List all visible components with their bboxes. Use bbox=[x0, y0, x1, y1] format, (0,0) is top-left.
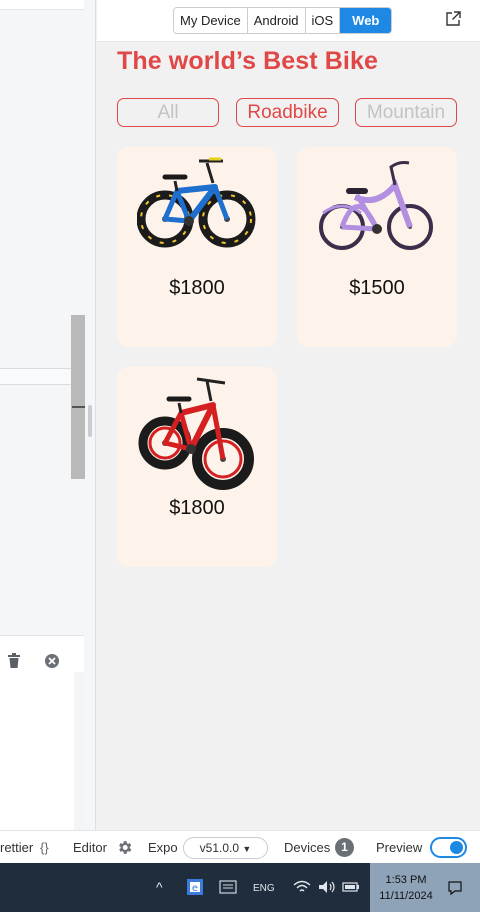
close-circle-icon[interactable] bbox=[44, 653, 60, 669]
preview-toolbar: My Device Android iOS Web bbox=[97, 0, 480, 42]
sdk-version-value: v51.0.0 bbox=[199, 841, 240, 855]
preview-toggle[interactable] bbox=[430, 837, 467, 858]
console-scroll-strip bbox=[74, 672, 84, 831]
red-bike-image bbox=[138, 377, 254, 490]
chevron-up-icon[interactable]: ^ bbox=[156, 879, 163, 895]
notification-icon[interactable] bbox=[447, 880, 463, 896]
blue-bike-image bbox=[137, 157, 256, 248]
os-taskbar: ^ e ENG 1:53 PM 11/11/2024 bbox=[0, 863, 480, 912]
editor-label[interactable]: Editor bbox=[73, 840, 107, 855]
device-tabs: My Device Android iOS Web bbox=[173, 7, 393, 34]
filter-mountain-button[interactable]: Mountain bbox=[355, 98, 457, 127]
tab-web[interactable]: Web bbox=[340, 8, 392, 33]
editor-statusbar: rettier {} Editor Expo v51.0.0 ▼ Devices… bbox=[0, 830, 480, 863]
chevron-down-icon: ▼ bbox=[242, 844, 252, 854]
purple-bike-image bbox=[319, 161, 433, 250]
product-card[interactable]: $1500 bbox=[297, 147, 457, 347]
clock-date: 11/11/2024 bbox=[379, 890, 433, 902]
editor-pane bbox=[0, 0, 96, 831]
preview-pane: My Device Android iOS Web The world’s Be… bbox=[97, 0, 480, 830]
editor-header bbox=[0, 0, 84, 10]
wifi-icon[interactable] bbox=[293, 880, 311, 894]
expo-label: Expo bbox=[148, 840, 178, 855]
clock-time: 1:53 PM bbox=[385, 874, 427, 886]
devices-label[interactable]: Devices bbox=[284, 840, 330, 855]
battery-icon[interactable] bbox=[342, 881, 360, 893]
pane-resize-handle[interactable] bbox=[88, 405, 92, 437]
editor-scrollbar[interactable] bbox=[71, 315, 85, 479]
braces-icon[interactable]: {} bbox=[40, 840, 49, 855]
product-price: $1800 bbox=[169, 277, 225, 299]
sdk-version-select[interactable]: v51.0.0 ▼ bbox=[183, 837, 268, 859]
product-card[interactable]: $1800 bbox=[117, 367, 277, 567]
trash-icon[interactable] bbox=[7, 653, 21, 669]
filter-roadbike-button[interactable]: Roadbike bbox=[236, 98, 339, 127]
page-title: The world’s Best Bike bbox=[117, 47, 378, 75]
preview-label: Preview bbox=[376, 840, 423, 855]
prettier-label[interactable]: rettier bbox=[0, 840, 33, 855]
tray-app-icon[interactable]: e bbox=[187, 879, 203, 895]
clock-area[interactable]: 1:53 PM 11/11/2024 bbox=[370, 863, 480, 912]
svg-text:e: e bbox=[192, 883, 198, 894]
tab-android[interactable]: Android bbox=[247, 8, 306, 33]
open-external-icon[interactable] bbox=[444, 10, 462, 28]
tab-ios[interactable]: iOS bbox=[305, 8, 341, 33]
console-panel bbox=[0, 635, 84, 831]
language-indicator[interactable]: ENG bbox=[253, 883, 275, 894]
product-price: $1500 bbox=[349, 277, 405, 299]
keyboard-icon[interactable] bbox=[219, 880, 237, 894]
product-card[interactable]: $1800 bbox=[117, 147, 277, 347]
filter-all-button[interactable]: All bbox=[117, 98, 219, 127]
scrollbar-mark bbox=[72, 406, 85, 408]
product-price: $1800 bbox=[169, 497, 225, 519]
volume-icon[interactable] bbox=[318, 880, 336, 894]
tab-my-device[interactable]: My Device bbox=[174, 8, 248, 33]
gear-icon[interactable] bbox=[116, 839, 133, 856]
toggle-knob bbox=[450, 841, 463, 854]
devices-count-badge: 1 bbox=[335, 838, 354, 857]
